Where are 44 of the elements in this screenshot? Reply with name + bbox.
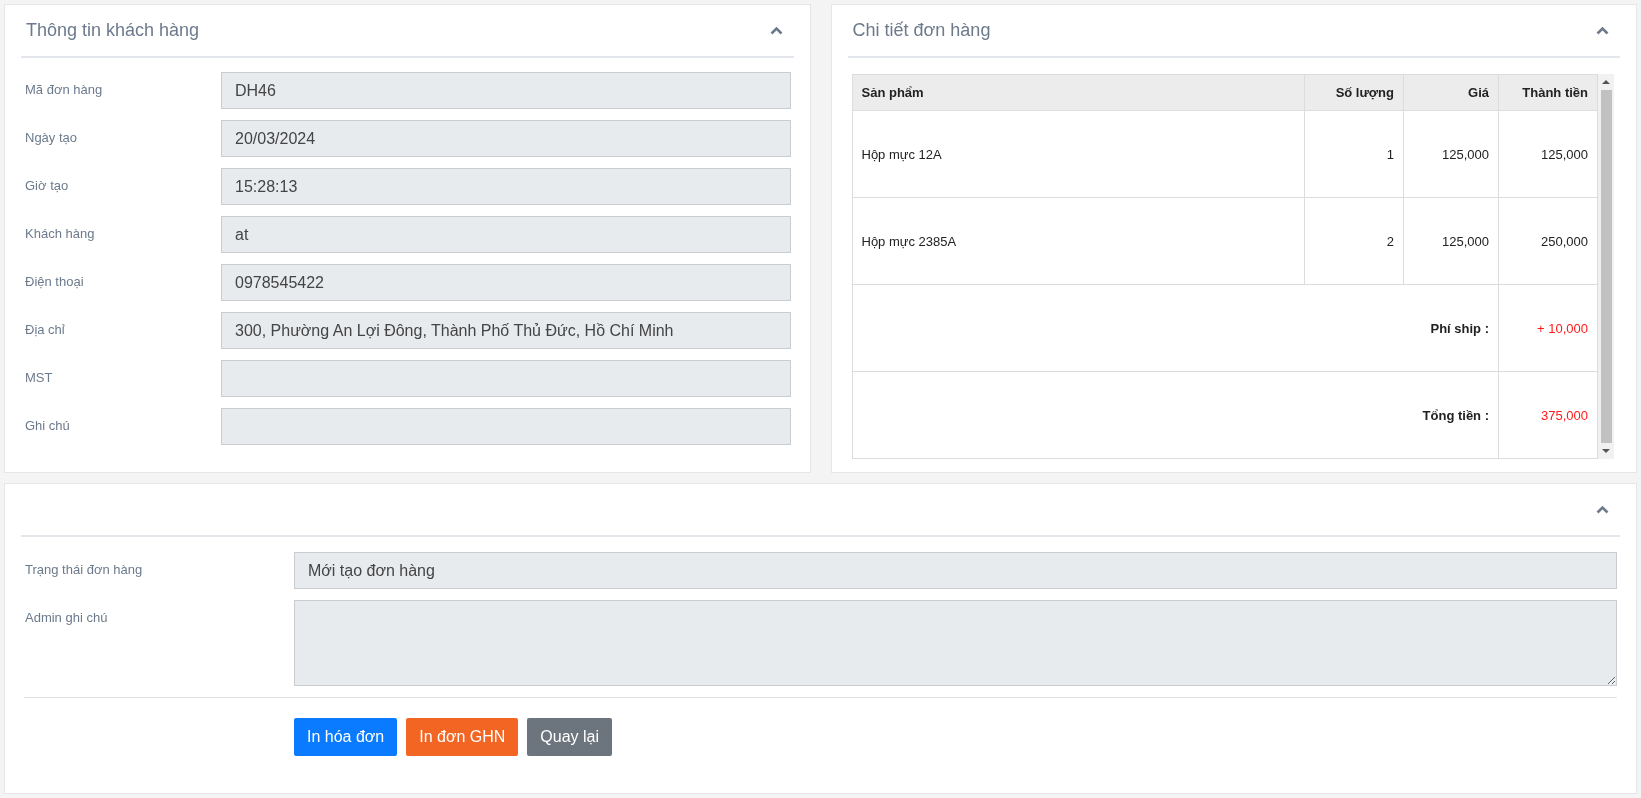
field-label: Điện thoại (24, 273, 85, 291)
table-cell: 1 (1304, 110, 1404, 198)
table-cell: 125,000 (1498, 110, 1598, 198)
field-label: Giờ tạo (24, 177, 70, 195)
input-field[interactable]: 20/03/2024 (221, 120, 791, 157)
field-label: Trạng thái đơn hàng (24, 561, 144, 579)
input-field[interactable]: 15:28:13 (221, 168, 791, 205)
input-field[interactable]: at (221, 216, 791, 253)
table-cell: 2 (1304, 197, 1404, 285)
column-header: Thành tiền (1498, 74, 1598, 111)
field-label: Ghi chú (24, 417, 71, 435)
collapse-chevron-icon[interactable] (769, 26, 783, 35)
column-header: Số lượng (1304, 74, 1404, 111)
table-cell: Hộp mực 12A (852, 110, 1305, 198)
field-label: Ngày tạo (24, 129, 79, 147)
field-label: Mã đơn hàng (24, 81, 104, 99)
field-label: Địa chỉ (24, 321, 66, 339)
summary-value: 375,000 (1498, 371, 1598, 459)
field-label: MST (24, 369, 54, 387)
scrollbar[interactable] (1598, 74, 1614, 459)
input-field[interactable]: Mới tạo đơn hàng (294, 552, 1617, 589)
column-header: Sản phẩm (852, 74, 1305, 111)
textarea-field[interactable] (294, 600, 1617, 686)
action-button[interactable]: In hóa đơn (294, 718, 398, 756)
table-cell: 125,000 (1403, 110, 1499, 198)
table-cell: 250,000 (1498, 197, 1598, 285)
collapse-chevron-icon[interactable] (1596, 505, 1609, 514)
summary-label: Phí ship : (852, 284, 1499, 372)
field-label: Admin ghi chú (24, 609, 109, 627)
panel-title: Chi tiết đơn hàng (851, 20, 991, 41)
collapse-chevron-icon[interactable] (1596, 26, 1609, 35)
input-field[interactable]: DH46 (221, 72, 791, 109)
input-field[interactable]: 300, Phường An Lợi Đông, Thành Phố Thủ Đức, Hồ Chí Minh (221, 312, 791, 349)
action-button[interactable]: Quay lại (527, 718, 612, 756)
summary-label: Tổng tiền : (852, 371, 1499, 459)
column-header: Giá (1403, 74, 1499, 111)
table-cell: Hộp mực 2385A (852, 197, 1305, 285)
input-field[interactable] (221, 408, 791, 445)
input-field[interactable] (221, 360, 791, 397)
panel-title: Thông tin khách hàng (25, 20, 200, 41)
summary-value: + 10,000 (1498, 284, 1598, 372)
table-cell: 125,000 (1403, 197, 1499, 285)
input-field[interactable]: 0978545422 (221, 264, 791, 301)
field-label: Khách hàng (24, 225, 96, 243)
